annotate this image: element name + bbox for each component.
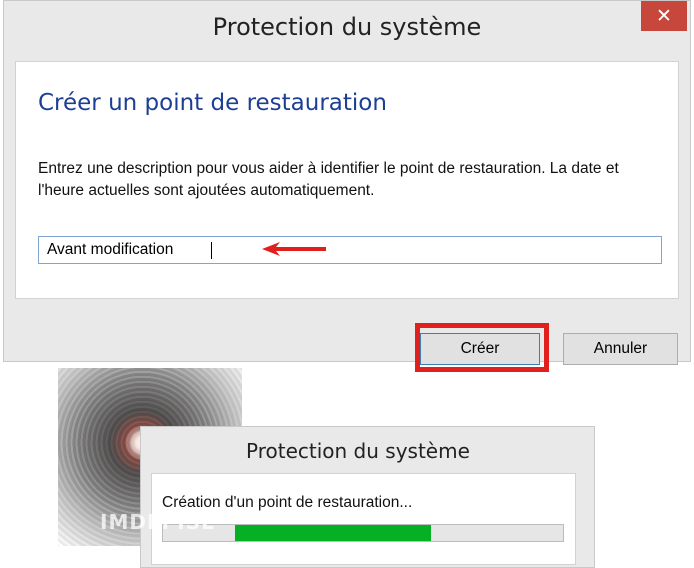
progress-dialog-title: Protection du système [246, 439, 470, 463]
title-bar: Protection du système ✕ [4, 1, 690, 59]
create-restore-point-dialog: Protection du système ✕ Créer un point d… [3, 0, 691, 362]
close-button[interactable]: ✕ [641, 1, 687, 31]
dialog-description: Entrez une description pour vous aider à… [38, 160, 619, 199]
cancel-button[interactable]: Annuler [563, 333, 678, 365]
red-arrow-annotation [262, 242, 326, 256]
dialog-title: Protection du système [212, 13, 482, 41]
progress-bar-fill [235, 525, 431, 541]
progress-bar [162, 524, 564, 542]
create-button-highlight [415, 323, 549, 372]
progress-dialog: Protection du système Création d'un poin… [140, 426, 595, 568]
text-caret [211, 242, 212, 259]
dialog-content: Créer un point de restauration Entrez un… [15, 61, 679, 299]
restore-point-name-input[interactable]: Avant modification [38, 236, 662, 264]
watermark-text: IMDEPISE [100, 510, 216, 534]
dialog-heading: Créer un point de restauration [38, 90, 387, 116]
close-icon: ✕ [656, 5, 672, 27]
